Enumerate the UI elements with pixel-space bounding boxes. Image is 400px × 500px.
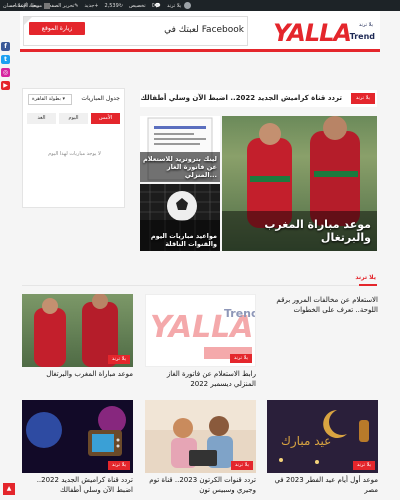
news-card[interactable]: عيد مبارك يلا ترند موعد أول أيام عيد الف… (267, 400, 378, 496)
featured-item-2[interactable]: لينك بتروتريد للاستعلام عن فاتورة الغاز … (140, 116, 220, 182)
card-title[interactable]: موعد مباراة المغرب والبرتغال (22, 370, 133, 380)
tab-today[interactable]: اليوم (59, 113, 88, 124)
logo-sub-text: Trend (349, 32, 375, 41)
card-tag[interactable]: يلا ترند (230, 461, 253, 470)
ad-visit-button[interactable]: زيارة الموقع (29, 22, 85, 35)
side-news-link[interactable]: الاستعلام عن مخالفات المرور برقم اللوحة.… (268, 296, 378, 316)
card-tag[interactable]: يلا ترند (229, 354, 252, 363)
card-image: يلا ترند (145, 400, 256, 473)
svg-text:Trend: Trend (224, 307, 256, 320)
youtube-icon[interactable]: ▶ (1, 81, 10, 90)
featured-item-3[interactable]: مواعيد مباريات اليوم والقنوات الناقلة (140, 184, 220, 251)
featured-main-title[interactable]: موعد مباراة المغرب والبرتغال (231, 218, 371, 246)
facebook-icon[interactable]: f (1, 42, 10, 51)
tab-yesterday[interactable]: الأمس (91, 113, 120, 124)
header-divider (20, 49, 380, 52)
ticker-tag: يلا ترند (350, 93, 375, 104)
admin-comments[interactable]: 💬 0 (152, 3, 161, 9)
news-card[interactable]: يلا ترند موعد مباراة المغرب والبرتغال (22, 294, 133, 380)
section-divider (22, 285, 377, 286)
card-image: عيد مبارك يلا ترند (267, 400, 378, 473)
card-tag[interactable]: يلا ترند (107, 355, 130, 364)
wordpress-icon (184, 2, 192, 9)
news-card[interactable]: يلا ترند تردد قناة كراميش الجديد 2022.. … (22, 400, 133, 496)
chevron-left-icon[interactable]: ‹ (142, 94, 150, 103)
twitter-icon[interactable]: t (1, 55, 10, 64)
social-bar: f t ◎ ▶ (1, 42, 11, 94)
featured-item-3-title[interactable]: مواعيد مباريات اليوم والقنوات الناقلة (143, 232, 217, 248)
admin-edit[interactable]: ✎ تحرير الصفحة (46, 3, 79, 9)
section-divider-accent (359, 284, 377, 286)
admin-updates[interactable]: ↻ 2,539 (104, 3, 123, 9)
logo-main-text: YALLA (273, 19, 352, 47)
admin-bar: يلا ترند 💬 0 تخصيص ↻ 2,539 + جديد ✎ تحري… (0, 0, 400, 11)
news-ticker: يلا ترند تردد قناة كراميش الجديد 2022.. … (140, 90, 377, 107)
admin-customize[interactable]: تخصيص (129, 3, 146, 9)
instagram-icon[interactable]: ◎ (1, 68, 10, 77)
card-image: يلا ترند (22, 400, 133, 473)
featured-item-2-title[interactable]: لينك بتروتريد للاستعلام عن فاتورة الغاز … (143, 155, 217, 179)
card-title[interactable]: رابط الاستعلام عن فاتورة الغاز المنزلي د… (145, 370, 256, 390)
no-matches-text: لا يوجد مباريات لهذا اليوم (48, 151, 101, 157)
admin-user[interactable]: مرحبًا، أحمد حسان (3, 0, 51, 11)
site-logo[interactable]: YALLA يلا ترند Trend (250, 19, 375, 47)
card-image: يلا ترند (22, 294, 133, 367)
news-card[interactable]: YALLA Trend يلا ترند رابط الاستعلام عن ف… (145, 294, 256, 390)
ticker-headline[interactable]: تردد قناة كراميش الجديد 2022.. اضبط الآن… (141, 92, 342, 105)
back-to-top-button[interactable]: ▲ (3, 483, 15, 495)
section-title[interactable]: يلا ترند (355, 274, 376, 281)
tab-tomorrow[interactable]: الغد (27, 113, 56, 124)
news-card[interactable]: يلا ترند تردد قنوات الكرتون 2023.. قناة … (145, 400, 256, 496)
league-select[interactable]: بطولة القاهرة ▾ (28, 94, 72, 105)
avatar (44, 2, 51, 9)
card-title[interactable]: تردد قنوات الكرتون 2023.. قناة توم وجيري… (145, 476, 256, 496)
matches-widget: جدول المباريات بطولة القاهرة ▾ الأمس الي… (22, 88, 125, 208)
card-title[interactable]: تردد قناة كراميش الجديد 2022.. اضبط الآن… (22, 476, 133, 496)
card-image: YALLA Trend يلا ترند (145, 294, 256, 367)
featured-main[interactable]: موعد مباراة المغرب والبرتغال (222, 116, 377, 251)
logo-arabic-text: يلا ترند (358, 22, 373, 28)
chevron-down-icon: ▾ (62, 96, 65, 102)
ad-text: لعبتك في Facebook (164, 25, 244, 35)
card-tag[interactable]: يلا ترند (107, 461, 130, 470)
chevron-right-icon[interactable]: › (152, 94, 160, 103)
matches-widget-title: جدول المباريات (81, 95, 120, 102)
card-tag[interactable]: يلا ترند (352, 461, 375, 470)
card-title[interactable]: موعد أول أيام عيد الفطر 2023 في مصر (267, 476, 378, 496)
svg-text:عيد مبارك: عيد مبارك (281, 434, 331, 449)
admin-site-link[interactable]: يلا ترند (167, 2, 192, 9)
admin-new[interactable]: + جديد (85, 3, 99, 9)
site-header: زيارة الموقع لعبتك في Facebook YALLA يلا… (20, 11, 380, 49)
header-ad[interactable]: زيارة الموقع لعبتك في Facebook (23, 16, 248, 46)
featured-grid: موعد مباراة المغرب والبرتغال لينك بتروتر… (140, 116, 377, 251)
